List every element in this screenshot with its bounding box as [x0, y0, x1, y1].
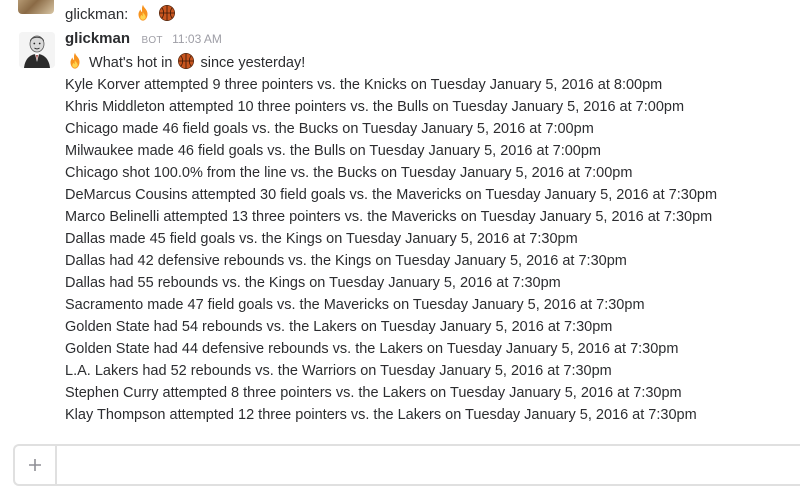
message-body: What's hot in since yesterday! Kyle Korv… [65, 52, 795, 426]
stat-line: Stephen Curry attempted 8 three pointers… [65, 385, 682, 401]
author-name[interactable]: glickman [65, 30, 130, 47]
fire-emoji-icon [138, 4, 148, 21]
stat-line: Kyle Korver attempted 9 three pointers v… [65, 77, 663, 93]
intro-text-after: since yesterday! [200, 55, 306, 71]
stat-line: DeMarcus Cousins attempted 30 field goal… [65, 187, 718, 203]
stat-line: Dallas had 55 rebounds vs. the Kings on … [65, 275, 561, 291]
message-composer [13, 444, 800, 486]
basketball-emoji-icon [178, 52, 195, 70]
add-attachment-button[interactable] [15, 446, 57, 484]
previous-message: glickman: [0, 0, 800, 30]
stat-line: Khris Middleton attempted 10 three point… [65, 99, 685, 115]
previous-author[interactable]: glickman: [65, 6, 128, 23]
stat-line: Sacramento made 47 field goals vs. the M… [65, 297, 645, 313]
stat-line: Chicago shot 100.0% from the line vs. th… [65, 165, 633, 181]
previous-avatar[interactable] [18, 0, 54, 14]
intro-text-before: What's hot in [89, 55, 173, 71]
plus-icon [29, 459, 41, 471]
bot-badge: BOT [141, 35, 163, 46]
message-intro: What's hot in since yesterday! [65, 52, 795, 74]
stat-line: Milwaukee made 46 field goals vs. the Bu… [65, 143, 602, 159]
avatar[interactable] [19, 32, 55, 68]
stat-line: Marco Belinelli attempted 13 three point… [65, 209, 713, 225]
stat-line: L.A. Lakers had 52 rebounds vs. the Warr… [65, 363, 612, 379]
previous-message-line: glickman: [65, 4, 177, 26]
stat-line: Dallas made 45 field goals vs. the Kings… [65, 231, 578, 247]
stat-line: Golden State had 54 rebounds vs. the Lak… [65, 319, 613, 335]
message-timestamp[interactable]: 11:03 AM [172, 32, 222, 46]
stat-line: Chicago made 46 field goals vs. the Buck… [65, 121, 594, 137]
message-header: glickman BOT 11:03 AM [65, 30, 222, 52]
chat-window: glickman: glickman BOT 11:03 AM What's h… [0, 0, 800, 500]
stat-line: Klay Thompson attempted 12 three pointer… [65, 407, 697, 423]
stat-line: Dallas had 42 defensive rebounds vs. the… [65, 253, 627, 269]
message-input[interactable] [59, 446, 800, 484]
stat-line: Golden State had 44 defensive rebounds v… [65, 341, 679, 357]
bot-avatar-icon [19, 32, 55, 68]
fire-emoji-icon [70, 52, 80, 69]
basketball-emoji-icon [158, 4, 175, 22]
